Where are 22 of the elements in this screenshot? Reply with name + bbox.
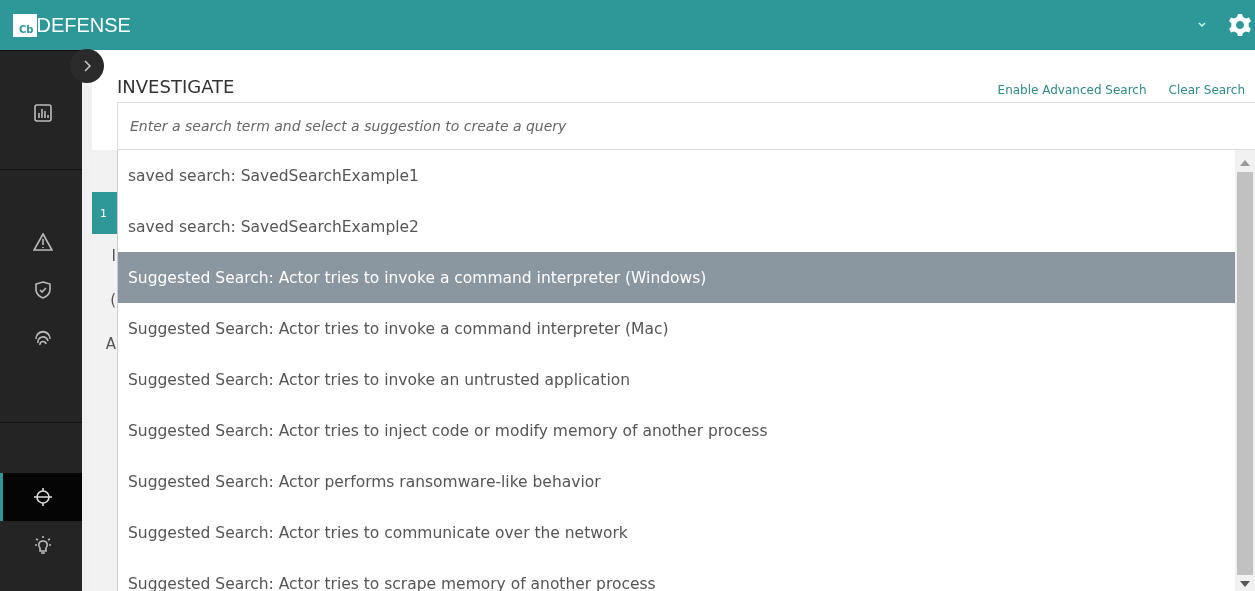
- logo-mark: Cb: [13, 13, 37, 37]
- settings-icon[interactable]: [1228, 13, 1252, 37]
- chevron-down-icon[interactable]: [1198, 22, 1206, 28]
- shield-check-icon: [34, 281, 51, 299]
- bar-chart-icon: [33, 104, 52, 122]
- sidebar-item[interactable]: [0, 473, 82, 521]
- scrollbar[interactable]: [1235, 150, 1255, 591]
- scroll-thumb[interactable]: [1237, 172, 1253, 575]
- chevron-right-icon: [83, 60, 91, 72]
- lightbulb-icon: [32, 535, 53, 555]
- crosshair-icon: [32, 487, 53, 507]
- header-link[interactable]: Enable Advanced Search: [997, 83, 1147, 97]
- row-text: I: [111, 246, 116, 267]
- scroll-up-icon[interactable]: [1240, 160, 1250, 166]
- header-link[interactable]: Clear Search: [1168, 83, 1245, 97]
- product-name: DEFENSE: [36, 13, 131, 37]
- row-text: A: [105, 334, 116, 355]
- warning-icon: [32, 233, 53, 251]
- page-title: INVESTIGATE: [117, 76, 235, 97]
- search-field[interactable]: Enter a search term and select a suggestion to create a query: [117, 102, 1255, 150]
- scroll-down-icon[interactable]: [1240, 581, 1250, 587]
- row-text: (: [110, 290, 116, 311]
